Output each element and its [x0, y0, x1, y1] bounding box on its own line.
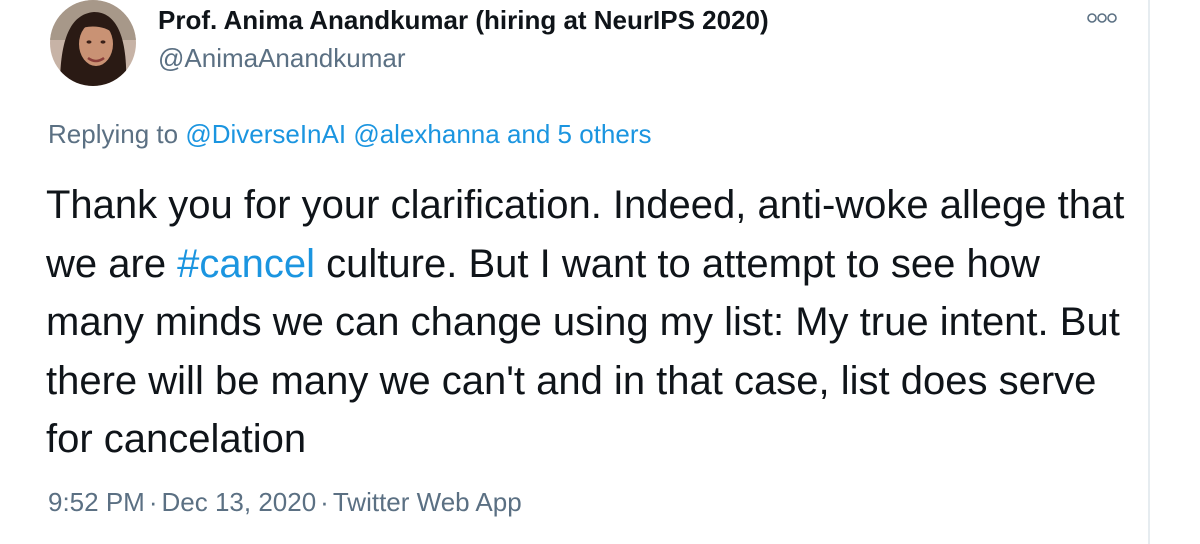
tweet-time[interactable]: 9:52 PM [48, 487, 145, 517]
tweet-meta: 9:52 PM · Dec 13, 2020 · Twitter Web App [48, 487, 522, 518]
more-options-icon [1087, 13, 1117, 23]
avatar[interactable] [50, 0, 136, 86]
tweet-text: Thank you for your clarification. Indeed… [46, 176, 1136, 469]
replying-others-link[interactable]: 5 others [558, 119, 652, 149]
more-options-button[interactable] [1082, 6, 1122, 30]
replying-to: Replying to @DiverseInAI @alexhanna and … [48, 119, 652, 150]
author-handle[interactable]: @AnimaAnandkumar [158, 43, 406, 74]
tweet-source[interactable]: Twitter Web App [333, 487, 522, 517]
replying-prefix: Replying to [48, 119, 186, 149]
author-display-name[interactable]: Prof. Anima Anandkumar (hiring at NeurIP… [158, 5, 769, 36]
meta-separator: · [148, 487, 158, 517]
meta-separator: · [320, 487, 329, 517]
mention-alexhanna[interactable]: @alexhanna [353, 119, 499, 149]
tweet-date[interactable]: Dec 13, 2020 [162, 487, 317, 517]
replying-connector: and [499, 119, 558, 149]
mention-diverseinai[interactable]: @DiverseInAI [185, 119, 346, 149]
hashtag-cancel[interactable]: #cancel [177, 242, 315, 286]
timeline-border [1148, 0, 1150, 544]
